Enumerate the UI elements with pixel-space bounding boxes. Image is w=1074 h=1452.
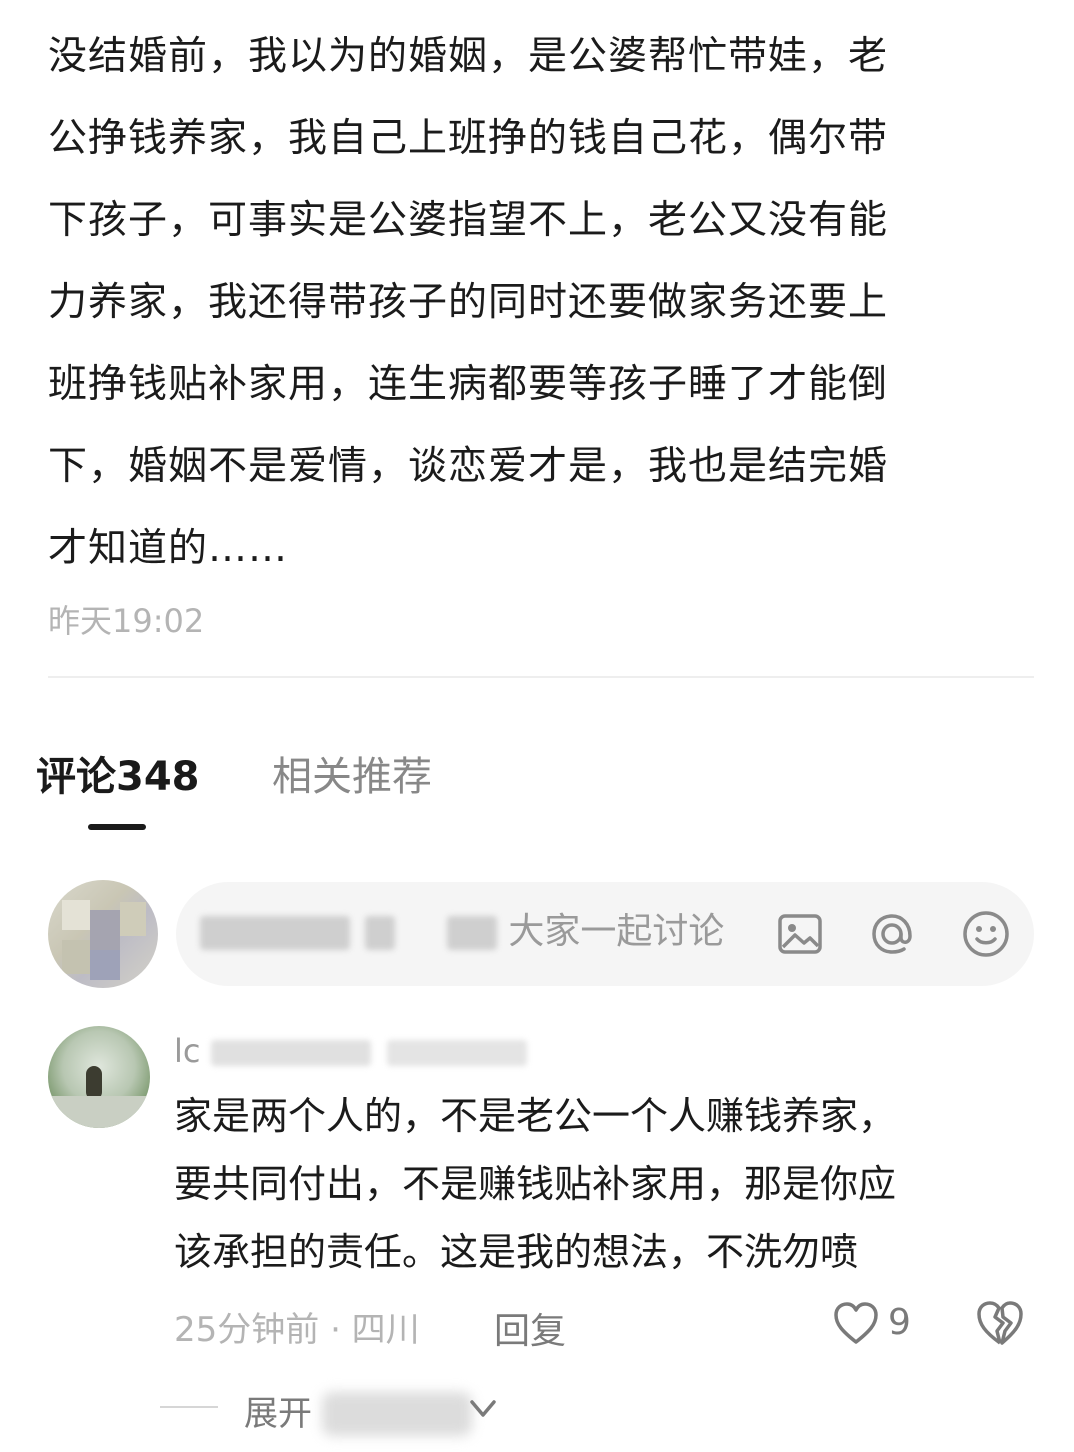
avatar-pixel (62, 940, 90, 974)
commenter-username[interactable]: lc (174, 1032, 527, 1072)
like-count: 9 (888, 1302, 911, 1343)
tab-related[interactable]: 相关推荐 (272, 744, 432, 802)
post-text-line: 才知道的…… (48, 526, 289, 571)
comment-text: 家是两个人的，不是老公一个人赚钱养家， 要共同付出，不是赚钱贴补家用，那是你应 … (174, 1082, 1014, 1286)
reply-button[interactable]: 回复 (494, 1302, 566, 1354)
post-text-line: 下孩子，可事实是公婆指望不上，老公又没有能 (48, 198, 889, 243)
broken-heart-icon[interactable] (974, 1298, 1026, 1348)
post-text-line: 下，婚姻不是爱情，谈恋爱才是，我也是结完婚 (48, 444, 889, 489)
blurred-text (386, 1040, 527, 1066)
post-body: 没结婚前，我以为的婚姻，是公婆帮忙带娃，老 公挣钱养家，我自己上班挣的钱自己花，… (48, 16, 1038, 590)
divider (48, 676, 1034, 678)
blurred-text (322, 1392, 472, 1436)
blurred-text (446, 916, 497, 950)
comment-meta: 25分钟前 · 四川 (174, 1310, 420, 1350)
post-text-line: 没结婚前，我以为的婚姻，是公婆帮忙带娃，老 (48, 34, 889, 79)
post-text-line: 公挣钱养家，我自己上班挣的钱自己花，偶尔带 (48, 116, 889, 161)
post-text-line: 力养家，我还得带孩子的同时还要做家务还要上 (48, 280, 889, 325)
image-icon[interactable] (774, 908, 826, 960)
avatar-pixel (120, 902, 146, 936)
avatar-pixel (90, 910, 120, 950)
chevron-down-icon[interactable] (468, 1396, 498, 1422)
blurred-text (365, 916, 396, 950)
avatar-figure (86, 1066, 102, 1100)
heart-icon[interactable] (832, 1300, 880, 1346)
at-icon[interactable] (866, 908, 918, 960)
blurred-text (200, 916, 350, 950)
emoji-icon[interactable] (960, 908, 1012, 960)
comment-text-line: 家是两个人的，不是老公一个人赚钱养家， (174, 1094, 897, 1138)
tab-comments[interactable]: 评论348 (36, 744, 200, 802)
expand-divider (160, 1406, 218, 1408)
comment-input-placeholder: 大家一起讨论 (200, 902, 724, 962)
blurred-text (210, 1040, 371, 1066)
commenter-avatar[interactable] (48, 1026, 150, 1128)
active-tab-indicator (88, 824, 146, 830)
comment-text-line: 该承担的责任。这是我的想法，不洗勿喷 (174, 1230, 859, 1274)
avatar[interactable] (48, 880, 158, 988)
placeholder-text: 大家一起讨论 (508, 911, 725, 952)
avatar-pixel (62, 900, 90, 930)
username-text: lc (174, 1032, 201, 1070)
avatar-pixel (90, 950, 120, 980)
post-timestamp: 昨天19:02 (48, 602, 205, 640)
expand-replies-button[interactable]: 展开 (244, 1386, 312, 1435)
comment-text-line: 要共同付出，不是赚钱贴补家用，那是你应 (174, 1162, 897, 1206)
post-text-line: 班挣钱贴补家用，连生病都要等孩子睡了才能倒 (48, 362, 889, 407)
expand-text: 展开 (244, 1394, 312, 1434)
avatar-path (48, 1096, 150, 1128)
